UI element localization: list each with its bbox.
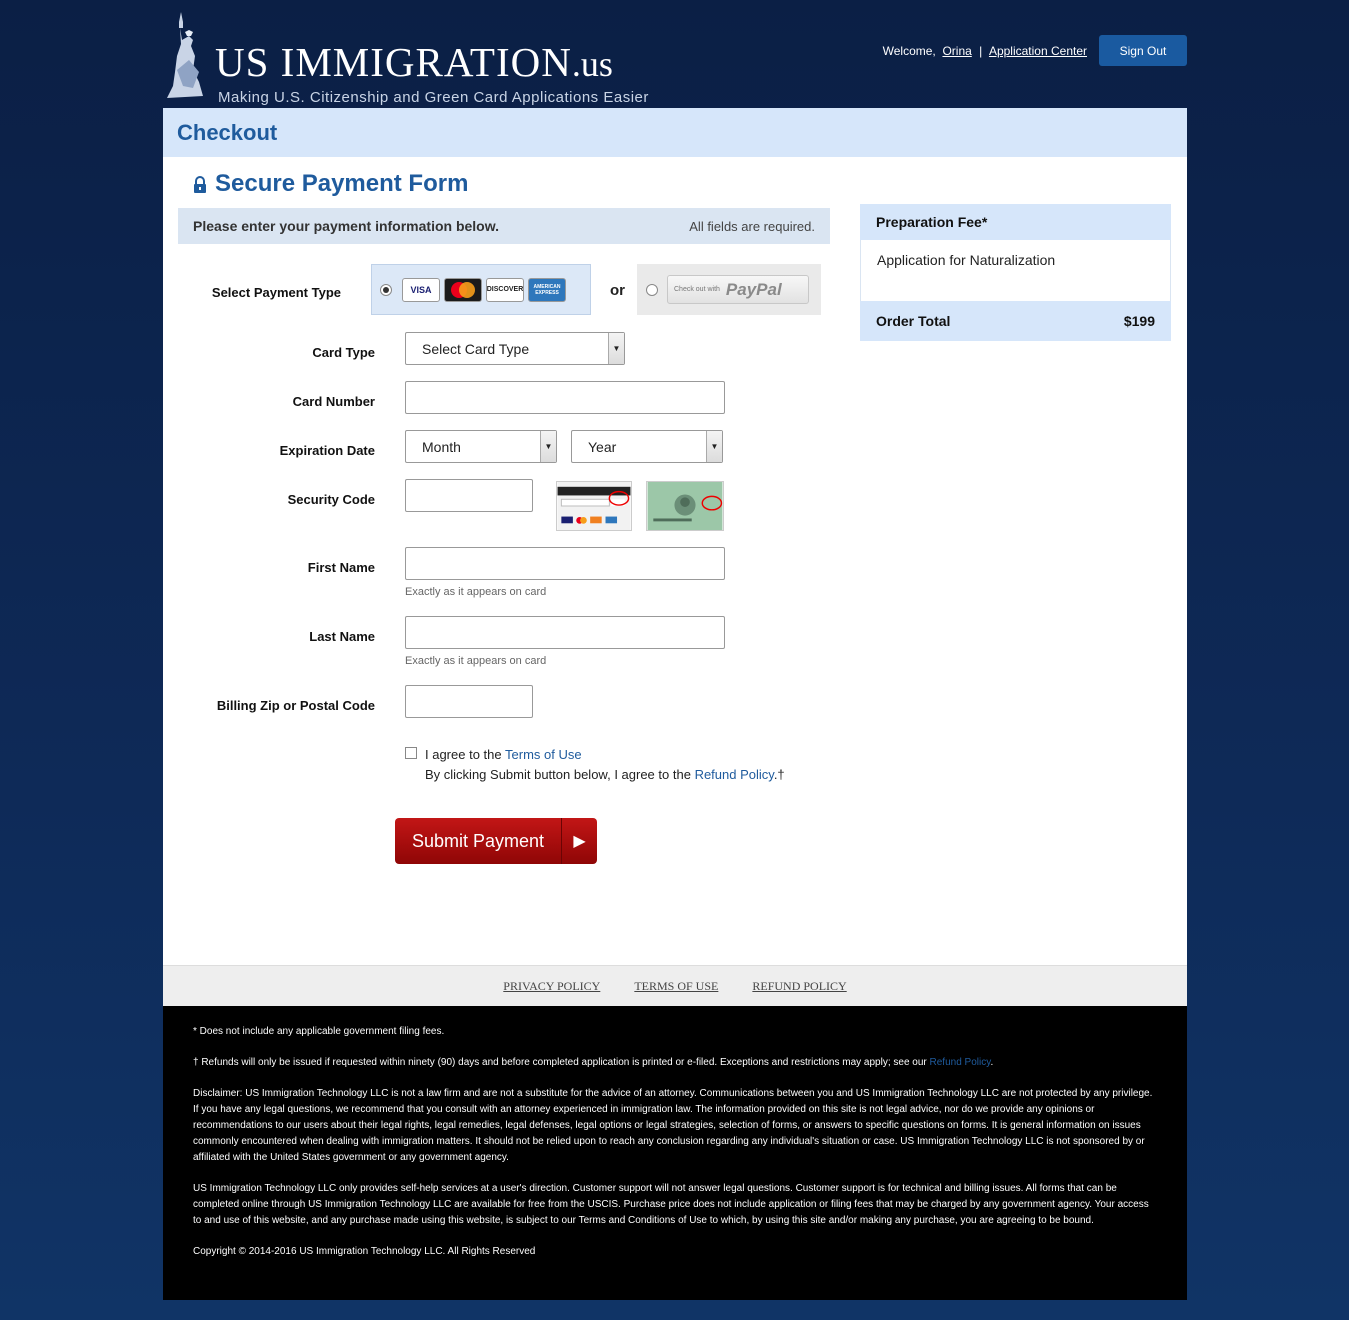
agree-text: I agree to the Terms of Use (425, 747, 582, 762)
site-logo[interactable]: US IMMIGRATION.us Making U.S. Citizenshi… (163, 10, 663, 106)
footer-services: US Immigration Technology LLC only provi… (193, 1183, 1149, 1226)
footer-refund-policy-link[interactable]: Refund Policy (930, 1057, 991, 1068)
first-name-label: First Name (307, 560, 375, 575)
order-summary: Preparation Fee* Application for Natural… (860, 204, 1171, 341)
statue-of-liberty-icon (167, 12, 203, 98)
paypal-radio[interactable] (646, 283, 658, 296)
zip-input[interactable] (405, 685, 533, 718)
form-heading: Secure Payment Form (215, 170, 469, 197)
welcome-text: Welcome, (882, 44, 936, 58)
play-arrow-icon: ▶ (573, 833, 586, 850)
last-name-input[interactable] (405, 616, 725, 649)
separator: | (979, 44, 983, 58)
discover-logo: DISCOVER (486, 277, 524, 302)
amex-logo: AMERICAN EXPRESS (528, 277, 566, 302)
card-type-select[interactable]: Select Card Type ▼ (405, 332, 625, 365)
card-back-cvv-icon (556, 481, 632, 531)
last-name-hint: Exactly as it appears on card (405, 655, 547, 667)
caret-down-icon: ▼ (540, 431, 556, 462)
credit-card-option[interactable]: VISA DISCOVER AMERICAN EXPRESS (371, 264, 591, 315)
checkout-panel: Checkout Secure Payment Form Please ente… (163, 108, 1187, 965)
user-name-link[interactable]: Orina (942, 44, 971, 58)
security-code-label: Security Code (287, 492, 375, 507)
footer-copyright: Copyright © 2014-2016 US Immigration Tec… (193, 1246, 536, 1257)
page-title: Checkout (177, 119, 278, 145)
refund-policy-link[interactable]: Refund Policy (695, 767, 774, 782)
expiration-label: Expiration Date (279, 443, 375, 458)
month-value: Month (422, 438, 461, 455)
logo-tagline: Making U.S. Citizenship and Green Card A… (218, 89, 649, 106)
mastercard-circles (451, 281, 475, 298)
logo-title: US IMMIGRATION.us (215, 39, 613, 85)
card-type-value: Select Card Type (422, 340, 530, 357)
agree-checkbox[interactable] (405, 747, 417, 759)
sign-out-button[interactable]: Sign Out (1099, 35, 1187, 66)
caret-down-icon: ▼ (608, 333, 624, 364)
first-name-hint: Exactly as it appears on card (405, 586, 547, 598)
paypal-option[interactable]: Check out with PayPal (637, 264, 821, 315)
application-center-link[interactable]: Application Center (989, 44, 1087, 58)
terms-of-use-link[interactable]: Terms of Use (505, 747, 582, 762)
security-code-input[interactable] (405, 479, 533, 512)
year-value: Year (588, 438, 617, 455)
footer-links: PRIVACY POLICY TERMS OF USE REFUND POLIC… (163, 965, 1187, 1006)
info-lead: Please enter your payment information be… (193, 218, 499, 234)
mastercard-logo (444, 277, 482, 302)
order-total-value: $199 (1123, 313, 1155, 329)
credit-card-radio[interactable] (380, 283, 392, 296)
last-name-label: Last Name (309, 629, 375, 644)
zip-label: Billing Zip or Postal Code (216, 698, 375, 713)
order-item: Application for Naturalization (860, 240, 1171, 301)
site-header: US IMMIGRATION.us Making U.S. Citizenshi… (163, 0, 1187, 108)
footer-note-refund: † Refunds will only be issued if request… (193, 1057, 994, 1068)
paypal-button[interactable]: Check out with PayPal (667, 275, 809, 304)
site-footer: * Does not include any applicable govern… (163, 1006, 1187, 1300)
footer-disclaimer: Disclaimer: US Immigration Technology LL… (193, 1088, 1153, 1163)
payment-type-label: Select Payment Type (211, 285, 341, 300)
preparation-fee-heading: Preparation Fee* (860, 204, 1171, 240)
submit-payment-button[interactable]: Submit Payment ▶ (395, 818, 597, 864)
order-total-row: Order Total $199 (860, 301, 1171, 341)
caret-down-icon: ▼ (706, 431, 722, 462)
info-required: All fields are required. (689, 218, 815, 234)
info-bar: Please enter your payment information be… (178, 208, 830, 244)
refund-policy-footer-link[interactable]: REFUND POLICY (752, 979, 846, 994)
expiration-month-select[interactable]: Month ▼ (405, 430, 557, 463)
first-name-input[interactable] (405, 547, 725, 580)
footer-note-fees: * Does not include any applicable govern… (193, 1026, 445, 1037)
card-number-input[interactable] (405, 381, 725, 414)
user-bar: Welcome, Orina | Application Center (883, 44, 1087, 58)
amex-cvv-icon (646, 481, 724, 531)
paypal-small-text: Check out with (674, 286, 720, 293)
refund-note: By clicking Submit button below, I agree… (425, 767, 785, 782)
terms-of-use-footer-link[interactable]: TERMS OF USE (634, 979, 718, 994)
privacy-policy-link[interactable]: PRIVACY POLICY (503, 979, 600, 994)
lock-icon (194, 175, 206, 193)
checkout-bar: Checkout (163, 108, 1187, 157)
paypal-brand: PayPal (725, 279, 782, 299)
expiration-year-select[interactable]: Year ▼ (571, 430, 723, 463)
or-text: or (610, 282, 625, 299)
form-title: Secure Payment Form (193, 170, 468, 198)
order-total-label: Order Total (876, 313, 951, 329)
card-number-label: Card Number (292, 394, 375, 409)
card-type-label: Card Type (312, 345, 375, 360)
submit-label: Submit Payment (412, 830, 545, 851)
page-wrapper: US IMMIGRATION.us Making U.S. Citizenshi… (163, 0, 1187, 1300)
visa-logo: VISA (402, 277, 440, 302)
